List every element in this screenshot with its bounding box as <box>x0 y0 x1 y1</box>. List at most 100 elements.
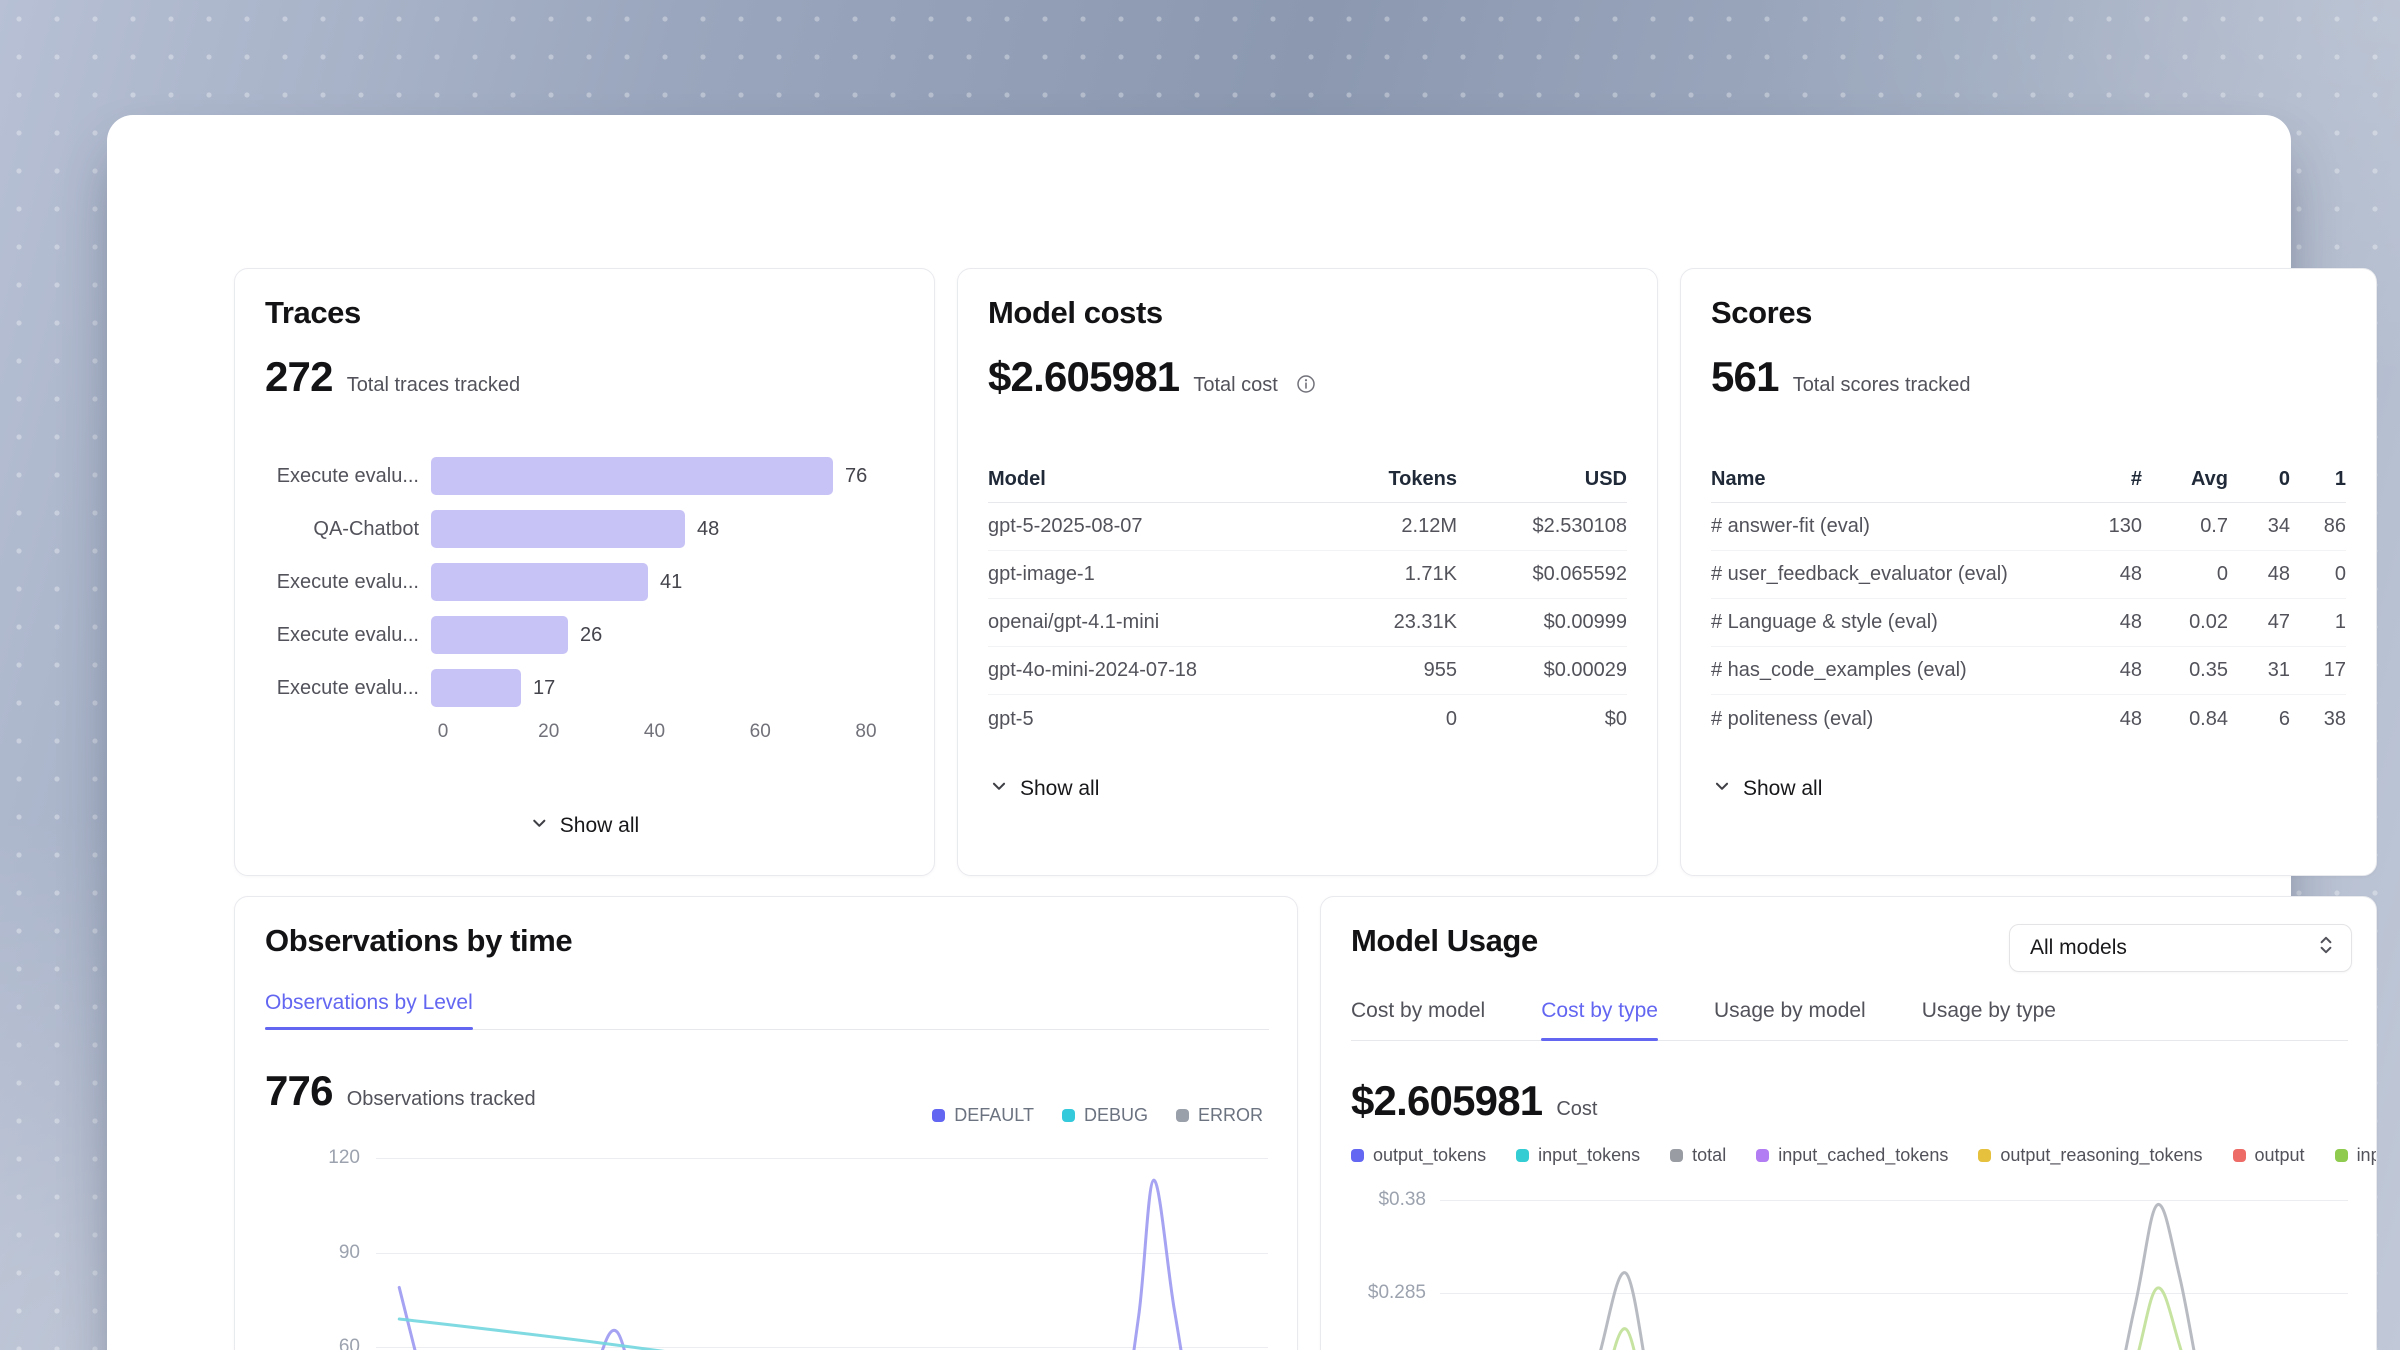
legend-item: input_cached_tokens <box>1756 1145 1948 1166</box>
legend-swatch <box>1670 1149 1683 1162</box>
total-cost-label: Total cost <box>1193 374 1277 397</box>
legend-item: output_tokens <box>1351 1145 1486 1166</box>
bar[interactable] <box>431 563 648 601</box>
bar-label: Execute evalu... <box>265 571 431 594</box>
bar-label: Execute evalu... <box>265 624 431 647</box>
table-row: # politeness (eval)480.84638 <box>1711 695 2346 743</box>
legend-swatch <box>1978 1149 1991 1162</box>
bar[interactable] <box>431 510 685 548</box>
main-panel: Traces 272 Total traces tracked Execute … <box>107 115 2291 1350</box>
total-scores-value: 561 <box>1711 353 1779 401</box>
observations-card: Observations by time Observations by Lev… <box>234 896 1298 1350</box>
observations-total-value: 776 <box>265 1067 333 1115</box>
model-usage-tabs: Cost by model Cost by type Usage by model U… <box>1351 999 2056 1023</box>
legend-swatch <box>1062 1109 1075 1122</box>
y-axis-tick-label: 120 <box>263 1145 360 1171</box>
table-row: openai/gpt-4.1-mini23.31K$0.00999 <box>988 599 1627 647</box>
tab-cost-by-type[interactable]: Cost by type <box>1541 999 1658 1023</box>
table-row: gpt-5-2025-08-072.12M$2.530108 <box>988 503 1627 551</box>
observations-legend: DEFAULT DEBUG ERROR <box>932 1105 1263 1126</box>
series-input <box>1440 1288 2348 1350</box>
series-default <box>399 1180 1268 1350</box>
legend-item: input_tokens <box>1516 1145 1640 1166</box>
total-cost-value: $2.605981 <box>988 353 1179 401</box>
scores-card: Scores 561 Total scores tracked Name#Avg… <box>1680 268 2377 876</box>
info-icon[interactable] <box>1296 374 1316 399</box>
model-usage-card-title: Model Usage <box>1351 923 1538 959</box>
scores-show-all-button[interactable]: Show all <box>1713 777 1822 801</box>
model-filter-value: All models <box>2030 936 2127 960</box>
active-tab-underline <box>1541 1038 1658 1041</box>
traces-total-label: Total traces tracked <box>347 374 520 397</box>
axis-tick-label: 60 <box>750 721 771 743</box>
select-chevrons-icon <box>2317 934 2335 962</box>
bar-value: 17 <box>533 677 555 700</box>
scores-table: Name#Avg01# answer-fit (eval)1300.73486#… <box>1711 457 2346 743</box>
axis-tick-label: 20 <box>538 721 559 743</box>
bar-row: Execute evalu... 26 <box>265 616 906 654</box>
tab-usage-by-type[interactable]: Usage by type <box>1922 999 2056 1023</box>
observations-card-title: Observations by time <box>265 923 572 959</box>
legend-swatch <box>1176 1109 1189 1122</box>
tab-usage-by-model[interactable]: Usage by model <box>1714 999 1866 1023</box>
table-row: gpt-image-11.71K$0.065592 <box>988 551 1627 599</box>
traces-x-axis: 0 20 40 60 80 <box>265 721 906 747</box>
tabs-divider <box>1351 1040 2348 1041</box>
bar-value: 48 <box>697 518 719 541</box>
table-header-row: Name#Avg01 <box>1711 457 2346 503</box>
table-header-row: ModelTokensUSD <box>988 457 1627 503</box>
bar-row: QA-Chatbot48 <box>265 510 906 548</box>
bar-value: 41 <box>660 571 682 594</box>
scores-card-title: Scores <box>1711 295 1812 331</box>
legend-swatch <box>1756 1149 1769 1162</box>
bar[interactable] <box>431 616 568 654</box>
legend-item: DEBUG <box>1062 1105 1148 1126</box>
traces-card: Traces 272 Total traces tracked Execute … <box>234 268 935 876</box>
model-costs-card-title: Model costs <box>988 295 1163 331</box>
usage-cost-value: $2.605981 <box>1351 1077 1542 1125</box>
tab-cost-by-model[interactable]: Cost by model <box>1351 999 1485 1023</box>
model-costs-table: ModelTokensUSDgpt-5-2025-08-072.12M$2.53… <box>988 457 1627 743</box>
bar[interactable] <box>431 457 833 495</box>
usage-cost-label: Cost <box>1556 1098 1597 1121</box>
model-filter-dropdown[interactable]: All models <box>2009 924 2352 972</box>
model-usage-card: Model Usage All models Cost by modelCost… <box>1320 896 2377 1350</box>
tab-observations-by-level[interactable]: Observations by Level <box>265 991 473 1015</box>
model-usage-legend: output_tokens input_tokens total input_cach… <box>1351 1145 2377 1166</box>
table-row: # user_feedback_evaluator (eval)480480 <box>1711 551 2346 599</box>
legend-item: DEFAULT <box>932 1105 1034 1126</box>
model-costs-show-all-button[interactable]: Show all <box>990 777 1099 801</box>
model-costs-card: Model costs $2.605981 Total cost ModelTo… <box>957 268 1658 876</box>
series-total <box>1440 1204 2348 1350</box>
table-row: gpt-4o-mini-2024-07-18955$0.00029 <box>988 647 1627 695</box>
traces-card-title: Traces <box>265 295 361 331</box>
model-costs-stat: $2.605981 Total cost <box>988 353 1316 401</box>
chevron-down-icon <box>1713 777 1731 801</box>
traces-bar-chart[interactable]: Execute evalu...76QA-Chatbot48Execute ev… <box>265 457 906 722</box>
bar[interactable] <box>431 669 521 707</box>
bar-row: Execute evalu... 41 <box>265 563 906 601</box>
bar-label: Execute evalu... <box>265 465 431 488</box>
axis-tick-label: 80 <box>855 721 876 743</box>
y-axis-tick-label: 60 <box>263 1334 360 1350</box>
legend-item: ERROR <box>1176 1105 1263 1126</box>
traces-total-value: 272 <box>265 353 333 401</box>
chevron-down-icon <box>990 777 1008 801</box>
axis-tick-label: 0 <box>438 721 449 743</box>
legend-item: input <box>2335 1145 2377 1166</box>
legend-swatch <box>2233 1149 2246 1162</box>
legend-item: total <box>1670 1145 1726 1166</box>
table-row: # has_code_examples (eval)480.353117 <box>1711 647 2346 695</box>
bar-row: Execute evalu...17 <box>265 669 906 707</box>
axis-tick-label: 40 <box>644 721 665 743</box>
scores-stat: 561 Total scores tracked <box>1711 353 1971 401</box>
bar-value: 26 <box>580 624 602 647</box>
dashboard-page: Traces 272 Total traces tracked Execute … <box>0 0 2400 1350</box>
legend-swatch <box>932 1109 945 1122</box>
observations-total-label: Observations tracked <box>347 1088 536 1111</box>
observations-stat: 776 Observations tracked <box>265 1067 536 1115</box>
traces-show-all-button[interactable]: Show all <box>530 814 639 838</box>
legend-swatch <box>1351 1149 1364 1162</box>
y-axis-tick-label: $0.38 <box>1329 1187 1426 1213</box>
legend-item: output_reasoning_tokens <box>1978 1145 2202 1166</box>
